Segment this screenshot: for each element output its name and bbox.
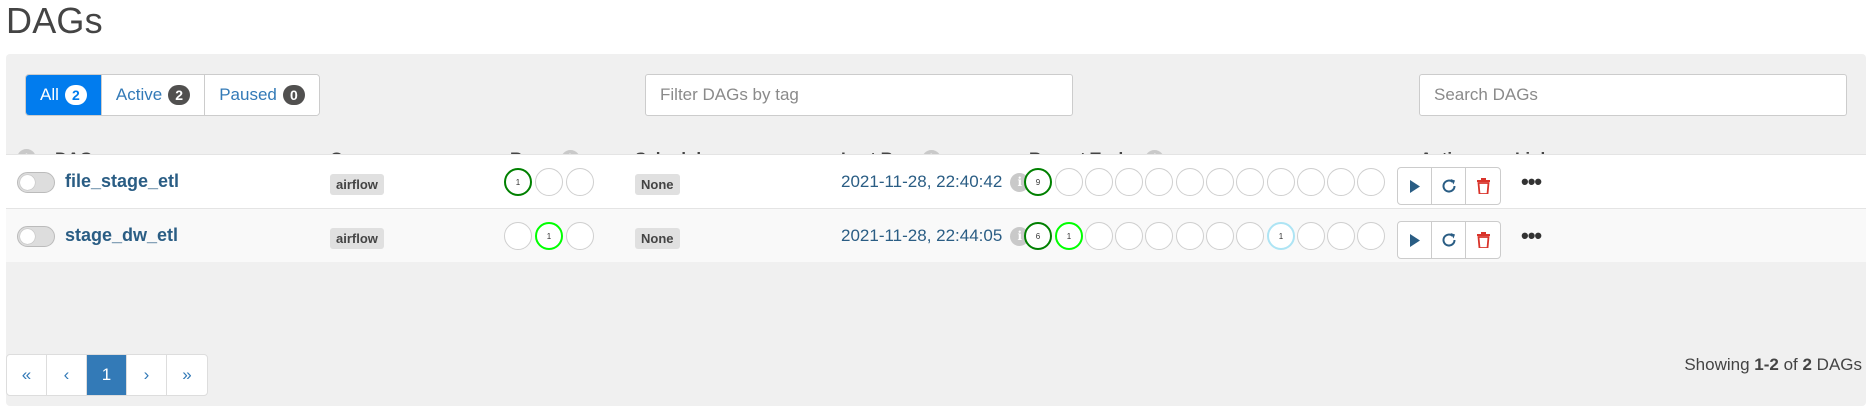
task-state-empty[interactable] (1145, 168, 1173, 196)
results-summary: Showing 1-2 of 2 DAGs (1684, 355, 1862, 375)
table-row: stage_dw_etl airflow 1 None 2021-11-28, … (6, 208, 1866, 262)
owner-badge[interactable]: airflow (330, 228, 384, 249)
last-run-link[interactable]: 2021-11-28, 22:44:05 (841, 226, 1002, 246)
more-icon[interactable]: ••• (1521, 223, 1542, 249)
refresh-icon[interactable] (1432, 222, 1466, 258)
task-state-empty[interactable] (1085, 222, 1113, 250)
play-icon[interactable] (1398, 222, 1432, 258)
last-run: 2021-11-28, 22:40:42 i (841, 172, 1030, 192)
page-first-button[interactable]: « (7, 355, 47, 395)
task-state-empty[interactable] (1176, 168, 1204, 196)
pause-toggle[interactable] (17, 226, 55, 247)
table-row: file_stage_etl airflow 1 None 2021-11-28… (6, 154, 1866, 208)
task-state-queued[interactable]: 1 (1267, 222, 1295, 250)
task-state-empty[interactable] (1145, 222, 1173, 250)
filter-paused-label: Paused (219, 85, 277, 104)
showing-of: of (1778, 355, 1803, 374)
task-state-empty[interactable] (1055, 168, 1083, 196)
search-dags-input[interactable] (1419, 74, 1847, 116)
dag-actions (1397, 167, 1501, 205)
owner-badge[interactable]: airflow (330, 174, 384, 195)
run-state-empty[interactable] (566, 168, 594, 196)
filter-active-count: 2 (168, 85, 191, 105)
filter-all-label: All (40, 85, 59, 104)
dag-link[interactable]: file_stage_etl (65, 171, 179, 192)
filter-all-button[interactable]: All 2 (26, 75, 102, 115)
filter-paused-button[interactable]: Paused 0 (205, 75, 319, 115)
filter-paused-count: 0 (282, 85, 305, 105)
page-last-button[interactable]: » (167, 355, 207, 395)
filter-active-button[interactable]: Active 2 (101, 75, 206, 115)
dag-link[interactable]: stage_dw_etl (65, 225, 178, 246)
task-state-empty[interactable] (1297, 168, 1325, 196)
task-state-empty[interactable] (1236, 168, 1264, 196)
showing-prefix: Showing (1684, 355, 1755, 374)
task-state-empty[interactable] (1206, 168, 1234, 196)
task-state-empty[interactable] (1327, 222, 1355, 250)
dag-actions (1397, 221, 1501, 259)
task-state-empty[interactable] (1176, 222, 1204, 250)
refresh-icon[interactable] (1432, 168, 1466, 204)
task-state-empty[interactable] (1267, 168, 1295, 196)
status-filter: All 2 Active 2 Paused 0 (25, 74, 320, 116)
showing-total: 2 (1802, 355, 1812, 374)
run-state-running[interactable]: 1 (535, 222, 563, 250)
run-state-empty[interactable] (535, 168, 563, 196)
last-run: 2021-11-28, 22:44:05 i (841, 226, 1030, 246)
showing-suffix: DAGs (1811, 355, 1862, 374)
pause-toggle[interactable] (17, 172, 55, 193)
trash-icon[interactable] (1466, 222, 1500, 258)
filter-active-label: Active (115, 85, 163, 104)
schedule-badge: None (635, 174, 680, 195)
task-state-empty[interactable] (1115, 168, 1143, 196)
last-run-link[interactable]: 2021-11-28, 22:40:42 (841, 172, 1002, 192)
schedule-badge: None (635, 228, 680, 249)
task-state-empty[interactable] (1115, 222, 1143, 250)
task-state-success[interactable]: 9 (1024, 168, 1052, 196)
task-state-empty[interactable] (1327, 168, 1355, 196)
trash-icon[interactable] (1466, 168, 1500, 204)
task-state-empty[interactable] (1236, 222, 1264, 250)
task-state-empty[interactable] (1085, 168, 1113, 196)
run-state-empty[interactable] (566, 222, 594, 250)
task-state-success[interactable]: 6 (1024, 222, 1052, 250)
page-current-button[interactable]: 1 (87, 355, 127, 395)
task-state-empty[interactable] (1357, 222, 1385, 250)
run-state-empty[interactable] (504, 222, 532, 250)
page-title: DAGs (6, 0, 103, 41)
more-icon[interactable]: ••• (1521, 169, 1542, 195)
task-state-empty[interactable] (1297, 222, 1325, 250)
dags-panel: All 2 Active 2 Paused 0 i DAG Owner Runs… (6, 54, 1866, 406)
run-state-success[interactable]: 1 (504, 168, 532, 196)
task-state-empty[interactable] (1357, 168, 1385, 196)
play-icon[interactable] (1398, 168, 1432, 204)
page-prev-button[interactable]: ‹ (47, 355, 87, 395)
showing-range: 1-2 (1754, 355, 1779, 374)
page-next-button[interactable]: › (127, 355, 167, 395)
filter-all-count: 2 (64, 85, 87, 105)
pagination: « ‹ 1 › » (6, 354, 208, 396)
tag-filter-input[interactable] (645, 74, 1073, 116)
task-state-empty[interactable] (1206, 222, 1234, 250)
task-state-running[interactable]: 1 (1055, 222, 1083, 250)
